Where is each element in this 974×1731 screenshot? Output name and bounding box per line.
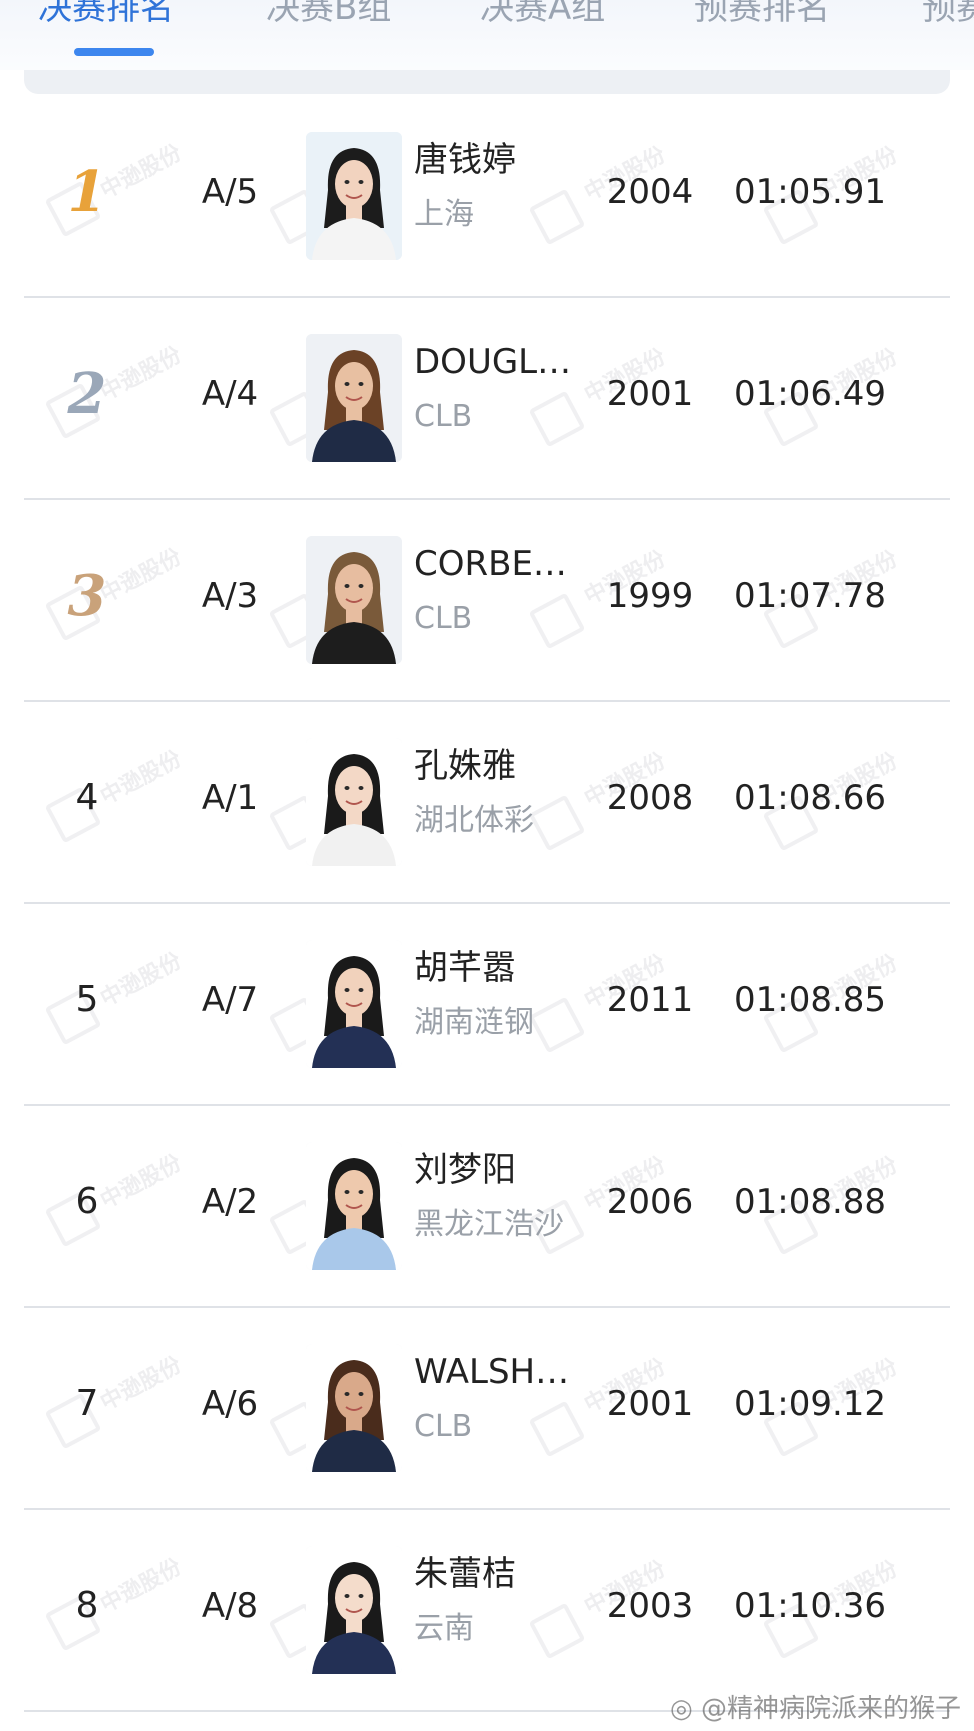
athlete-photo-icon: [306, 132, 402, 260]
athlete-photo: [306, 1142, 402, 1270]
weibo-watermark: ◎ @精神病院派来的猴子: [670, 1688, 961, 1725]
athlete-name[interactable]: 唐钱婷: [414, 136, 582, 184]
result-time: 01:08.66: [733, 778, 887, 818]
athlete-team: 黑龙江浩沙: [414, 1207, 564, 1242]
result-time: 01:08.85: [733, 980, 887, 1020]
weibo-handle: @精神病院派来的猴子: [700, 1694, 961, 1724]
gold-medal-rank: 1: [67, 159, 107, 225]
rank-number: 5: [75, 979, 99, 1020]
athlete-photo-icon: [306, 334, 402, 462]
athlete-name[interactable]: CORBE…: [414, 540, 582, 588]
athlete-photo-icon: [306, 1546, 402, 1674]
tab-final-ranking[interactable]: 决赛排名: [38, 0, 174, 30]
rank-number: 7: [75, 1383, 99, 1424]
athlete-photo: [306, 940, 402, 1068]
athlete-name[interactable]: 孔姝雅: [414, 742, 582, 790]
athlete-name[interactable]: 刘梦阳: [414, 1146, 582, 1194]
athlete-photo-icon: [306, 536, 402, 664]
birth-year: 2006: [606, 1182, 694, 1222]
lane: A/8: [201, 1586, 259, 1626]
athlete-team: 湖南涟钢: [414, 1005, 534, 1040]
lane: A/6: [201, 1384, 259, 1424]
lane: A/5: [201, 172, 259, 212]
result-row[interactable]: 中逊股份 中逊股份 中逊股份 8 A/8 朱蕾桔 云南 2003 01:10.3…: [0, 1510, 974, 1712]
weibo-icon: ◎: [670, 1694, 693, 1724]
lane: A/4: [201, 374, 259, 414]
result-time: 01:05.91: [733, 172, 887, 212]
tab-final-b[interactable]: 决赛B组: [266, 0, 391, 30]
result-row[interactable]: 中逊股份 中逊股份 中逊股份 7 A/6 WALSH… CLB 2001 01:…: [0, 1308, 974, 1510]
athlete-team: 云南: [414, 1611, 474, 1646]
athlete-name[interactable]: WALSH…: [414, 1348, 582, 1396]
athlete-team: CLB: [414, 1409, 473, 1444]
birth-year: 2008: [606, 778, 694, 818]
athlete-photo-icon: [306, 1142, 402, 1270]
athlete-photo-icon: [306, 1344, 402, 1472]
silver-medal-rank: 2: [67, 361, 107, 427]
birth-year: 2003: [606, 1586, 694, 1626]
birth-year: 2001: [606, 374, 694, 414]
result-row[interactable]: 中逊股份 中逊股份 中逊股份 2 A/4 DOUGL… CLB 2001 01:…: [0, 298, 974, 500]
filter-strip: [24, 70, 950, 94]
result-time: 01:07.78: [733, 576, 887, 616]
birth-year: 2011: [606, 980, 694, 1020]
result-row[interactable]: 中逊股份 中逊股份 中逊股份 3 A/3 CORBE… CLB 1999 01:…: [0, 500, 974, 702]
athlete-photo: [306, 1344, 402, 1472]
athlete-photo: [306, 738, 402, 866]
result-row[interactable]: 中逊股份 中逊股份 中逊股份 6 A/2 刘梦阳 黑龙江浩沙 2006 01:0…: [0, 1106, 974, 1308]
birth-year: 2001: [606, 1384, 694, 1424]
athlete-name[interactable]: 朱蕾桔: [414, 1550, 582, 1598]
result-row[interactable]: 中逊股份 中逊股份 中逊股份 4 A/1 孔姝雅 湖北体彩 2008 01:08…: [0, 702, 974, 904]
tab-heats[interactable]: 预赛: [922, 0, 974, 30]
athlete-team: 上海: [414, 197, 474, 232]
lane: A/7: [201, 980, 259, 1020]
birth-year: 1999: [606, 576, 694, 616]
rank-number: 8: [75, 1585, 99, 1626]
bronze-medal-rank: 3: [67, 563, 107, 629]
result-time: 01:06.49: [733, 374, 887, 414]
result-time: 01:08.88: [733, 1182, 887, 1222]
athlete-team: CLB: [414, 601, 473, 636]
tab-final-a[interactable]: 决赛A组: [480, 0, 605, 30]
athlete-photo-icon: [306, 940, 402, 1068]
athlete-photo: [306, 132, 402, 260]
athlete-team: CLB: [414, 399, 473, 434]
result-time: 01:10.36: [733, 1586, 887, 1626]
lane: A/2: [201, 1182, 259, 1222]
result-row[interactable]: 中逊股份 中逊股份 中逊股份 1 A/5 唐钱婷 上海 2004 01:05.9…: [0, 96, 974, 298]
birth-year: 2004: [606, 172, 694, 212]
active-tab-indicator: [74, 48, 154, 56]
tab-heat-ranking[interactable]: 预赛排名: [694, 0, 830, 30]
lane: A/1: [201, 778, 259, 818]
athlete-photo: [306, 1546, 402, 1674]
athlete-name[interactable]: DOUGL…: [414, 338, 582, 386]
rank-number: 4: [75, 777, 99, 818]
results-list: 中逊股份 中逊股份 中逊股份 1 A/5 唐钱婷 上海 2004 01:05.9…: [0, 96, 974, 1712]
athlete-name[interactable]: 胡芊嚣: [414, 944, 582, 992]
result-row[interactable]: 中逊股份 中逊股份 中逊股份 5 A/7 胡芊嚣 湖南涟钢 2011 01:08…: [0, 904, 974, 1106]
tab-bar: 决赛排名 决赛B组 决赛A组 预赛排名 预赛: [0, 0, 974, 70]
athlete-team: 湖北体彩: [414, 803, 534, 838]
athlete-photo: [306, 536, 402, 664]
lane: A/3: [201, 576, 259, 616]
rank-number: 6: [75, 1181, 99, 1222]
athlete-photo-icon: [306, 738, 402, 866]
athlete-photo: [306, 334, 402, 462]
result-time: 01:09.12: [733, 1384, 887, 1424]
